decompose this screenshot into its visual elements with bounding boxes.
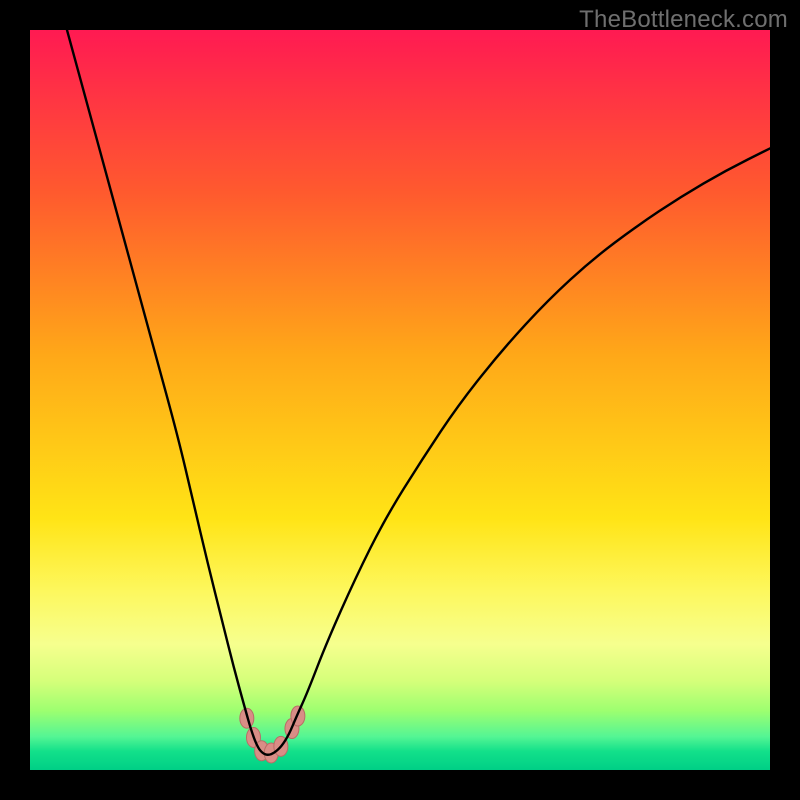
plot-area [30, 30, 770, 770]
bottleneck-chart [30, 30, 770, 770]
chart-frame: TheBottleneck.com [0, 0, 800, 800]
gradient-background [30, 30, 770, 770]
